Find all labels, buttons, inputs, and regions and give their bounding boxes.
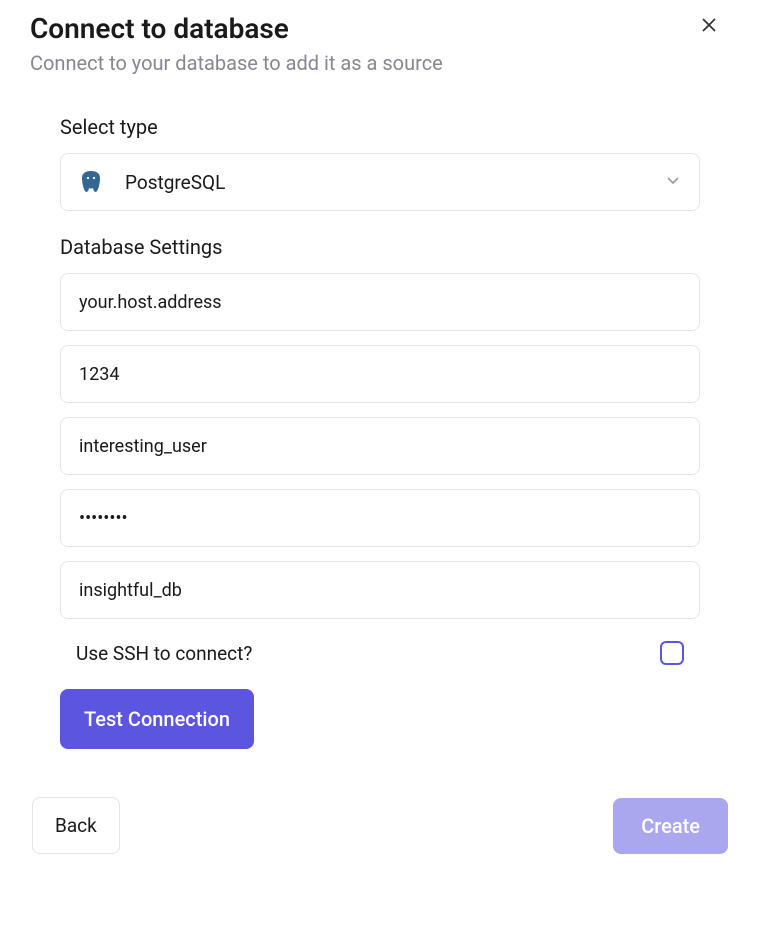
back-button[interactable]: Back (32, 797, 120, 854)
host-input[interactable] (60, 273, 700, 331)
database-settings-label: Database Settings (60, 235, 700, 259)
dialog-subtitle: Connect to your database to add it as a … (30, 51, 730, 75)
dialog-header: Connect to database Connect to your data… (30, 12, 730, 75)
password-input[interactable] (60, 489, 700, 547)
ssh-row: Use SSH to connect? (60, 641, 700, 665)
form-area: Select type PostgreSQL Database Settings (30, 115, 730, 749)
db-type-select[interactable]: PostgreSQL (60, 153, 700, 211)
create-button[interactable]: Create (613, 798, 728, 854)
settings-input-group (60, 273, 700, 619)
ssh-checkbox[interactable] (660, 641, 684, 665)
chevron-down-icon (665, 172, 681, 192)
user-input[interactable] (60, 417, 700, 475)
close-icon (700, 16, 718, 34)
dialog-footer: Back Create (30, 797, 730, 854)
port-input[interactable] (60, 345, 700, 403)
database-name-input[interactable] (60, 561, 700, 619)
postgresql-icon (79, 170, 103, 194)
test-connection-button[interactable]: Test Connection (60, 689, 254, 749)
close-button[interactable] (696, 12, 722, 42)
db-type-selected: PostgreSQL (125, 171, 665, 194)
dialog-title: Connect to database (30, 12, 730, 45)
select-type-label: Select type (60, 115, 700, 139)
ssh-label: Use SSH to connect? (76, 642, 252, 665)
